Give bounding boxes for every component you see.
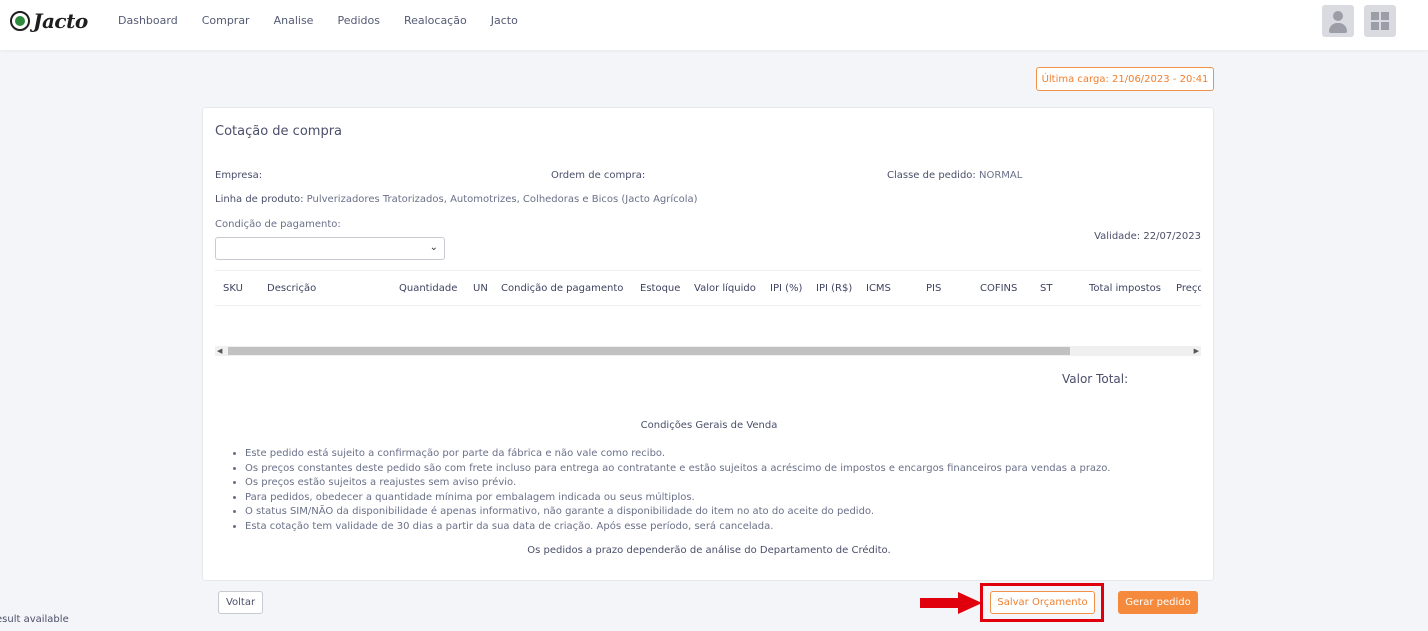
apps-grid-icon[interactable] <box>1364 5 1396 37</box>
linha-field: Linha de produto: Pulverizadores Tratori… <box>215 194 698 205</box>
col-total-impostos[interactable]: Total impostos <box>1089 283 1161 294</box>
linha-label: Linha de produto: <box>215 194 304 205</box>
back-button[interactable]: Voltar <box>218 591 263 614</box>
main-nav: Dashboard Comprar Analise Pedidos Realoc… <box>118 14 542 27</box>
validity-date: Validade: 22/07/2023 <box>1094 231 1201 242</box>
col-sku[interactable]: SKU <box>223 283 243 294</box>
col-preco[interactable]: Preço <box>1176 283 1201 294</box>
nav-comprar[interactable]: Comprar <box>202 14 250 27</box>
nav-pedidos[interactable]: Pedidos <box>337 14 380 27</box>
page-title: Cotação de compra <box>215 124 343 139</box>
nav-dashboard[interactable]: Dashboard <box>118 14 178 27</box>
jacto-logo[interactable]: Jacto <box>10 9 88 33</box>
last-load-badge: Última carga: 21/06/2023 - 20:41 <box>1036 67 1214 91</box>
status-text: esult available <box>0 614 69 625</box>
col-quantidade[interactable]: Quantidade <box>399 283 457 294</box>
scroll-right-icon[interactable]: ▶ <box>1194 347 1199 355</box>
col-un[interactable]: UN <box>473 283 488 294</box>
quote-card: Cotação de compra Empresa: Ordem de comp… <box>202 107 1214 581</box>
col-estoque[interactable]: Estoque <box>640 283 680 294</box>
col-pis[interactable]: PIS <box>926 283 941 294</box>
col-icms[interactable]: ICMS <box>866 283 891 294</box>
nav-realocacao[interactable]: Realocação <box>404 14 467 27</box>
save-quote-button[interactable]: Salvar Orçamento <box>990 591 1095 614</box>
generate-order-button[interactable]: Gerar pedido <box>1118 591 1198 614</box>
payment-condition-select[interactable]: ⌄ <box>215 237 445 260</box>
col-cofins[interactable]: COFINS <box>980 283 1017 294</box>
terms-list: Este pedido está sujeito a confirmação p… <box>231 447 1110 535</box>
payment-condition-label: Condição de pagamento: <box>215 219 341 230</box>
terms-item: Os preços constantes deste pedido são co… <box>245 462 1110 477</box>
ordem-label: Ordem de compra: <box>551 170 646 181</box>
items-table-header: SKU Descrição Quantidade UN Condição de … <box>215 270 1201 306</box>
top-navbar: Jacto Dashboard Comprar Analise Pedidos … <box>0 0 1428 50</box>
ordem-field: Ordem de compra: <box>551 170 645 181</box>
terms-item: Esta cotação tem validade de 30 dias a p… <box>245 520 1110 535</box>
col-st[interactable]: ST <box>1040 283 1052 294</box>
jacto-logo-icon <box>10 11 30 31</box>
col-condicao-pagamento[interactable]: Condição de pagamento <box>501 283 623 294</box>
linha-value: Pulverizadores Tratorizados, Automotrize… <box>306 194 698 205</box>
scrollbar-thumb[interactable] <box>228 347 1070 355</box>
total-value-label: Valor Total: <box>1062 372 1129 386</box>
classe-label: Classe de pedido: <box>887 170 976 181</box>
scroll-left-icon[interactable]: ◀ <box>217 347 222 355</box>
terms-item: Os preços estão sujeitos a reajustes sem… <box>245 476 1110 491</box>
nav-jacto[interactable]: Jacto <box>491 14 518 27</box>
chevron-down-icon: ⌄ <box>429 242 438 253</box>
col-descricao[interactable]: Descrição <box>267 283 316 294</box>
col-ipi-percent[interactable]: IPI (%) <box>770 283 802 294</box>
terms-footer: Os pedidos a prazo dependerão de análise… <box>527 545 891 556</box>
header-actions <box>1312 5 1396 37</box>
nav-analise[interactable]: Analise <box>274 14 314 27</box>
table-horizontal-scrollbar[interactable]: ◀ ▶ <box>215 346 1201 356</box>
col-ipi-reais[interactable]: IPI (R$) <box>816 283 852 294</box>
terms-item: O status SIM/NÃO da disponibilidade é ap… <box>245 505 1110 520</box>
empresa-label: Empresa: <box>215 170 263 181</box>
classe-field: Classe de pedido: NORMAL <box>887 170 1022 181</box>
user-avatar-icon[interactable] <box>1322 5 1354 37</box>
classe-value: NORMAL <box>978 170 1023 181</box>
terms-title: Condições Gerais de Venda <box>640 420 778 431</box>
empresa-field: Empresa: <box>215 170 262 181</box>
red-arrow-annotation-icon <box>920 592 982 614</box>
jacto-logo-text: Jacto <box>33 9 88 33</box>
terms-item: Este pedido está sujeito a confirmação p… <box>245 447 1110 462</box>
terms-item: Para pedidos, obedecer a quantidade míni… <box>245 491 1110 506</box>
col-valor-liquido[interactable]: Valor líquido <box>694 283 756 294</box>
